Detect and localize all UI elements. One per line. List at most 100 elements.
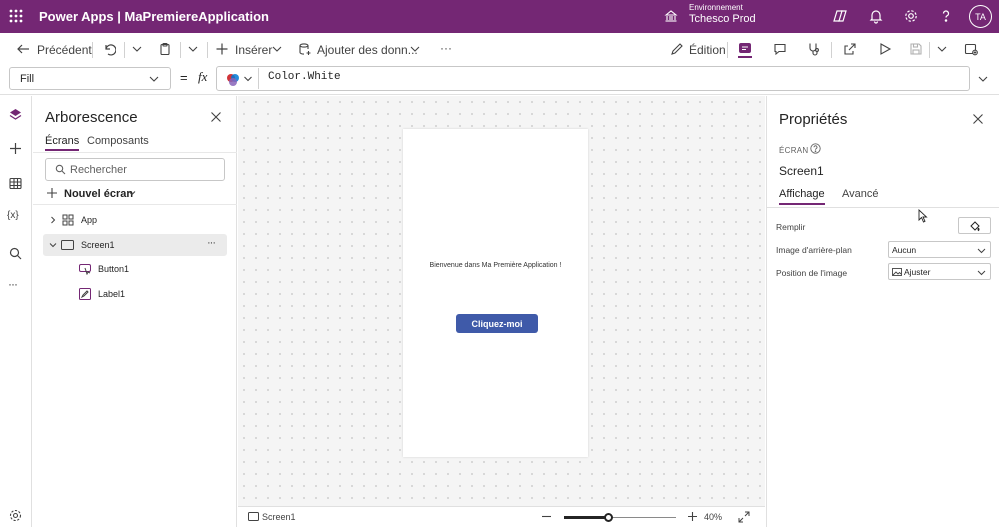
divider	[929, 42, 930, 58]
environment-name[interactable]: Tchesco Prod	[689, 13, 756, 25]
more-options-button[interactable]: ···	[440, 41, 452, 55]
edit-mode-button[interactable]: Édition	[689, 43, 726, 57]
search-icon[interactable]	[8, 246, 23, 261]
chevron-down-icon	[977, 246, 986, 255]
zoom-out-icon[interactable]	[541, 511, 552, 522]
more-options-button[interactable]: ···	[207, 237, 216, 249]
divider	[727, 42, 728, 58]
image-icon	[892, 268, 902, 276]
environment-label: Environnement	[689, 3, 743, 12]
tab-screens[interactable]: Écrans	[45, 135, 80, 151]
chevron-down-icon[interactable]	[128, 189, 136, 197]
add-data-button[interactable]: Ajouter des donn...	[317, 43, 418, 57]
insert-button[interactable]: Insérer	[235, 43, 272, 57]
chevron-down-icon[interactable]	[243, 74, 253, 84]
share-icon[interactable]	[843, 42, 857, 56]
command-bar: Précédent Insérer Ajouter des donn... ··…	[0, 33, 999, 65]
tab-display[interactable]: Affichage	[779, 188, 825, 205]
formula-bar: Fill = fx Color.White	[0, 64, 999, 95]
copilot-icon[interactable]	[832, 8, 848, 24]
divider	[207, 42, 208, 58]
welcome-label[interactable]: Bienvenue dans Ma Première Application !	[403, 262, 588, 269]
tree-item-app[interactable]: App	[43, 209, 227, 231]
app-icon	[62, 214, 74, 226]
expand-formula-chevron-icon[interactable]	[977, 73, 989, 85]
app-title: Power Apps | MaPremiereApplication	[39, 9, 269, 24]
app-header: Power Apps | MaPremiereApplication Envir…	[0, 0, 999, 33]
chevron-down-icon[interactable]	[49, 241, 57, 249]
tree-item-label1[interactable]: Label1	[43, 283, 227, 305]
divider	[33, 152, 237, 153]
app-launcher-icon[interactable]	[8, 8, 24, 24]
close-icon[interactable]	[210, 111, 222, 123]
zoom-slider-fill	[564, 516, 609, 519]
play-icon[interactable]	[878, 42, 892, 56]
zoom-slider-thumb[interactable]	[603, 513, 613, 522]
close-icon[interactable]	[972, 113, 984, 125]
zoom-value: 40%	[704, 512, 723, 522]
search-placeholder: Rechercher	[70, 164, 127, 176]
settings-gear-icon[interactable]	[8, 508, 23, 523]
tree-item-label: App	[81, 215, 98, 225]
properties-panel: Propriétés ÉCRAN Screen1 Affichage Avanc…	[766, 96, 999, 527]
paste-icon[interactable]	[158, 42, 172, 56]
new-screen-button[interactable]: Nouvel écran	[64, 188, 133, 200]
save-icon[interactable]	[909, 42, 923, 56]
control-name[interactable]: Screen1	[779, 164, 824, 178]
fit-to-window-icon[interactable]	[738, 511, 750, 523]
app-checker-icon[interactable]	[807, 42, 821, 56]
chevron-down-icon[interactable]	[130, 42, 144, 56]
help-circle-icon[interactable]	[810, 143, 821, 154]
zoom-in-icon[interactable]	[687, 511, 698, 522]
publish-icon[interactable]	[964, 42, 978, 56]
fill-color-picker-button[interactable]	[958, 217, 991, 234]
formula-value[interactable]: Color.White	[268, 71, 341, 83]
current-screen-label[interactable]: Screen1	[262, 512, 296, 522]
dropdown-value: Ajuster	[904, 267, 931, 277]
tree-item-screen1[interactable]: Screen1 ···	[43, 234, 227, 256]
screen-preview[interactable]: Bienvenue dans Ma Première Application !…	[403, 129, 588, 457]
tree-view-layers-icon[interactable]	[8, 107, 23, 122]
chevron-right-icon[interactable]	[49, 216, 57, 224]
fx-label: fx	[198, 69, 208, 84]
background-image-label: Image d'arrière-plan	[776, 245, 852, 255]
help-icon[interactable]	[938, 8, 954, 24]
property-selector[interactable]: Fill	[9, 67, 171, 90]
screen-icon	[248, 512, 259, 521]
insert-plus-icon[interactable]	[8, 141, 23, 156]
data-table-icon[interactable]	[8, 176, 23, 191]
chevron-down-icon[interactable]	[935, 42, 949, 56]
image-position-dropdown[interactable]: Ajuster	[888, 263, 991, 280]
click-me-button[interactable]: Cliquez-moi	[456, 314, 538, 333]
design-canvas[interactable]: Bienvenue dans Ma Première Application !…	[238, 96, 765, 506]
screen-icon	[61, 240, 74, 250]
tab-components[interactable]: Composants	[87, 135, 149, 147]
label-control-icon	[79, 288, 91, 300]
divider	[180, 42, 181, 58]
tab-advanced[interactable]: Avancé	[842, 188, 879, 200]
database-add-icon	[298, 42, 312, 56]
more-icon[interactable]: ···	[8, 277, 23, 292]
background-image-dropdown[interactable]: Aucun	[888, 241, 991, 258]
chevron-down-icon	[977, 268, 986, 277]
tree-item-label: Screen1	[81, 240, 115, 250]
divider	[767, 207, 999, 208]
user-avatar[interactable]: TA	[969, 5, 992, 28]
dropdown-value: Aucun	[892, 245, 917, 255]
chevron-down-icon[interactable]	[408, 42, 422, 56]
divider	[258, 68, 259, 89]
tree-view-active-icon[interactable]	[738, 42, 752, 58]
chevron-down-icon[interactable]	[270, 42, 284, 56]
environment-icon	[664, 9, 678, 23]
status-bar: Screen1 40%	[238, 506, 765, 527]
copilot-formula-icon[interactable]	[226, 73, 240, 87]
notifications-icon[interactable]	[868, 8, 884, 24]
fill-property-label: Remplir	[776, 222, 806, 232]
undo-icon[interactable]	[102, 42, 116, 56]
variables-icon[interactable]: {x}	[7, 210, 22, 225]
tree-item-button1[interactable]: Button1	[43, 258, 227, 280]
chevron-down-icon[interactable]	[186, 42, 200, 56]
back-button[interactable]: Précédent	[37, 43, 92, 57]
comment-icon[interactable]	[773, 42, 787, 56]
settings-icon[interactable]	[903, 8, 919, 24]
